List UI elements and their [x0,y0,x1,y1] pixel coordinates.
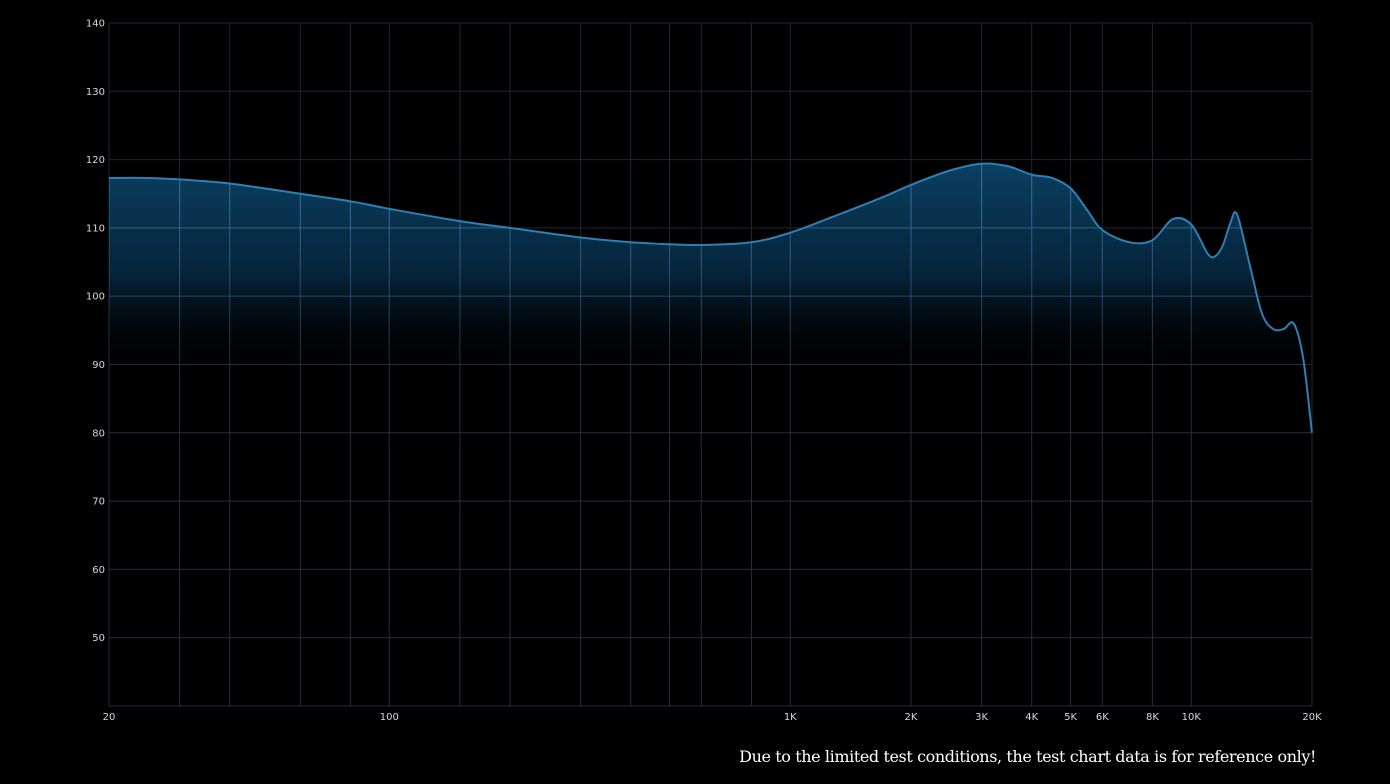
x-tick-label: 4K [1025,712,1038,723]
x-tick-label: 10K [1182,712,1202,723]
x-tick-label: 8K [1146,712,1159,723]
y-axis-labels: 140 130 120 110 100 90 80 70 60 50 [86,19,105,645]
x-tick-label: 6K [1096,712,1109,723]
x-tick-label: 20K [1302,712,1322,723]
y-tick-label: 110 [86,223,105,234]
x-axis-labels: 20 100 1K 2K 3K 4K 5K 6K 8K 10K 20K [103,712,1322,723]
x-tick-label: 100 [380,712,399,723]
y-tick-label: 120 [86,155,105,166]
y-tick-label: 140 [86,19,105,30]
y-tick-label: 60 [92,565,105,576]
y-tick-label: 100 [86,292,105,303]
y-tick-label: 130 [86,87,105,98]
y-tick-label: 70 [92,497,105,508]
x-tick-label: 2K [905,712,918,723]
x-tick-label: 5K [1064,712,1077,723]
x-tick-label: 1K [784,712,797,723]
y-tick-label: 80 [92,428,105,439]
frequency-response-chart: 140 130 120 110 100 90 80 70 60 50 20 100 1K 2K 3K 4K 5… [0,0,1390,784]
x-tick-label: 3K [975,712,988,723]
disclaimer-text: Due to the limited test conditions, the … [739,747,1316,766]
chart-svg: 140 130 120 110 100 90 80 70 60 50 20 100 1K 2K 3K 4K 5… [86,19,1322,724]
y-tick-label: 50 [92,633,105,644]
x-tick-label: 20 [103,712,116,723]
y-tick-label: 90 [92,360,105,371]
